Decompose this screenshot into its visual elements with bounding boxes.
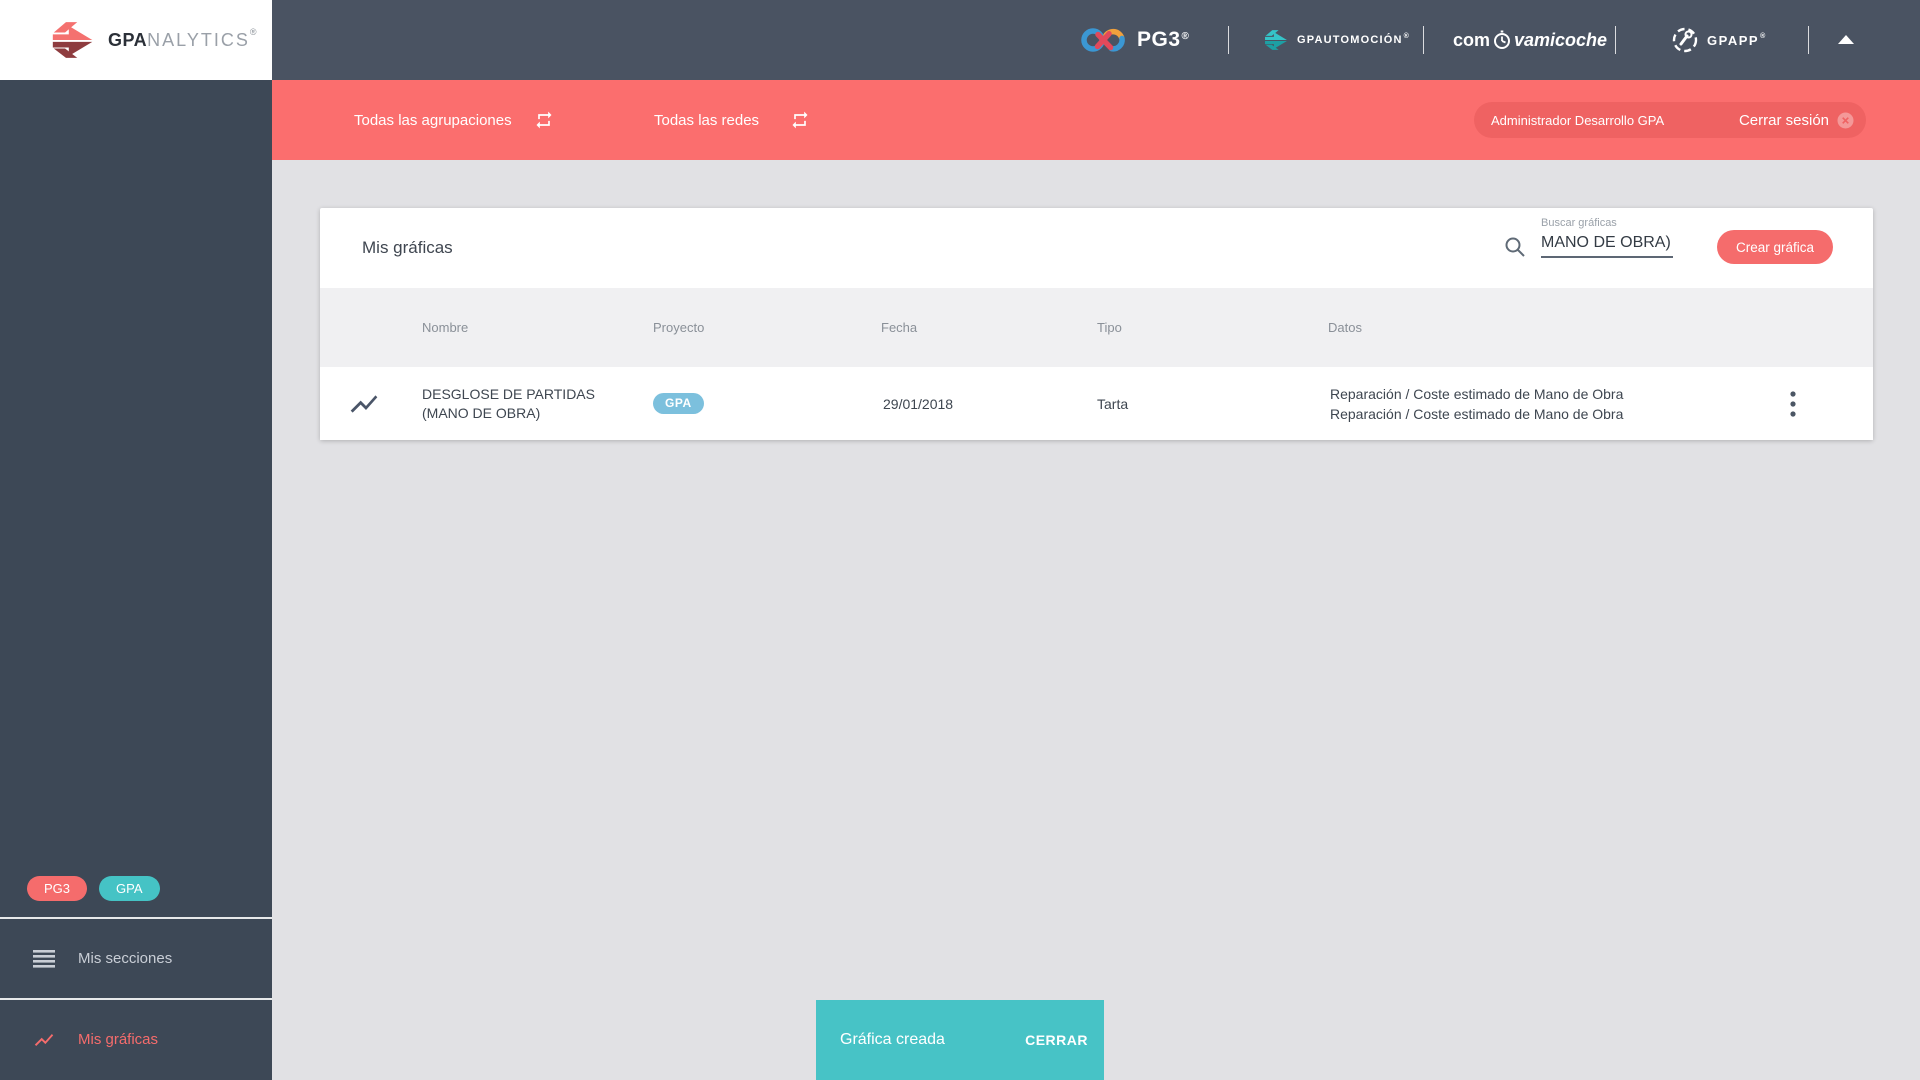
search-field: Buscar gráficas bbox=[1541, 217, 1673, 258]
table-header: Nombre Proyecto Fecha Tipo Datos bbox=[320, 288, 1873, 367]
user-name: Administrador Desarrollo GPA bbox=[1491, 112, 1665, 128]
sidebar-item-mis-secciones[interactable]: Mis secciones bbox=[0, 919, 272, 998]
gpapp-logo-icon bbox=[1671, 26, 1699, 54]
sections-menu-icon bbox=[33, 949, 57, 968]
sidebar: PG3 GPA Mis secciones Mis gráficas bbox=[0, 0, 272, 1080]
column-header-nombre: Nombre bbox=[422, 320, 469, 335]
header-divider bbox=[1615, 26, 1616, 54]
line-chart-icon bbox=[33, 1029, 57, 1051]
chart-type-icon bbox=[348, 367, 380, 440]
create-chart-button[interactable]: Crear gráfica bbox=[1717, 230, 1833, 264]
row-menu-button[interactable] bbox=[1778, 384, 1808, 424]
app-root: PG3 ® GPAUTOMOCIÓN ® com vamicoche GPAPP… bbox=[0, 0, 1920, 1080]
table-row[interactable]: DESGLOSE DE PARTIDAS (MANO DE OBRA) GPA … bbox=[320, 367, 1873, 440]
cell-fecha: 29/01/2018 bbox=[883, 395, 954, 412]
pg3-logo-label: PG3 ® bbox=[1137, 28, 1190, 51]
toast-close-button[interactable]: CERRAR bbox=[1025, 1032, 1088, 1048]
page-title: Mis gráficas bbox=[362, 238, 453, 257]
user-session-pill: Administrador Desarrollo GPA Cerrar sesi… bbox=[1474, 102, 1866, 138]
top-header: PG3 ® GPAUTOMOCIÓN ® com vamicoche GPAPP… bbox=[0, 0, 1920, 80]
header-divider bbox=[1228, 26, 1229, 54]
gpapp-logo-label: GPAPP ® bbox=[1707, 32, 1767, 48]
project-badge: GPA bbox=[653, 367, 704, 440]
toast-snackbar: Gráfica creada CERRAR bbox=[816, 1000, 1104, 1080]
toast-message: Gráfica creada bbox=[840, 1031, 945, 1048]
search-label: Buscar gráficas bbox=[1541, 217, 1617, 229]
pg3-badge: PG3 bbox=[27, 876, 88, 901]
cell-tipo: Tarta bbox=[1097, 395, 1129, 412]
panel-header: Mis gráficas Buscar gráficas Crear gráfi… bbox=[320, 208, 1873, 288]
groupings-filter[interactable]: Todas las agrupaciones bbox=[354, 80, 512, 160]
cell-nombre: DESGLOSE DE PARTIDAS (MANO DE OBRA) bbox=[422, 385, 595, 421]
search-icon bbox=[1503, 235, 1527, 264]
gpa-badge: GPA bbox=[99, 876, 160, 901]
search-input[interactable] bbox=[1541, 232, 1673, 258]
comprovamicoche-logo: com vamicoche bbox=[1453, 29, 1608, 50]
column-header-datos: Datos bbox=[1328, 320, 1362, 335]
sidebar-item-label: Mis gráficas bbox=[78, 1031, 159, 1048]
swap-networks-icon[interactable] bbox=[790, 110, 810, 135]
collapse-header-button[interactable] bbox=[1834, 32, 1858, 48]
column-header-proyecto: Proyecto bbox=[653, 320, 705, 335]
pg3-logo-icon bbox=[1080, 25, 1127, 55]
gpanalytics-logo: GPANALYTICS® bbox=[0, 0, 272, 80]
sidebar-item-label: Mis secciones bbox=[78, 950, 173, 967]
mis-graficas-panel: Mis gráficas Buscar gráficas Crear gráfi… bbox=[320, 208, 1873, 440]
header-divider bbox=[1423, 26, 1424, 54]
kebab-icon bbox=[1790, 391, 1796, 417]
logout-close-icon[interactable] bbox=[1837, 112, 1854, 129]
gpanalytics-arrow-icon bbox=[52, 22, 93, 58]
networks-filter[interactable]: Todas las redes bbox=[654, 80, 759, 160]
triangle-up-icon bbox=[1838, 35, 1854, 44]
sidebar-item-mis-graficas[interactable]: Mis gráficas bbox=[0, 1000, 272, 1079]
gpautomocion-logo-icon bbox=[1263, 28, 1290, 52]
header-divider bbox=[1808, 26, 1809, 54]
swap-groupings-icon[interactable] bbox=[534, 110, 554, 135]
cell-datos: Reparación / Coste estimado de Mano de O… bbox=[1330, 385, 1624, 422]
column-header-tipo: Tipo bbox=[1097, 320, 1122, 335]
gpanalytics-logo-label: GPANALYTICS® bbox=[108, 26, 257, 50]
sidebar-badges: PG3 GPA bbox=[27, 876, 160, 901]
gpautomocion-logo-label: GPAUTOMOCIÓN ® bbox=[1297, 32, 1411, 47]
filter-bar: Todas las agrupaciones Todas las redes A… bbox=[272, 80, 1920, 160]
column-header-fecha: Fecha bbox=[881, 320, 918, 335]
logout-button[interactable]: Cerrar sesión bbox=[1739, 112, 1829, 129]
stopwatch-icon bbox=[1494, 30, 1511, 49]
